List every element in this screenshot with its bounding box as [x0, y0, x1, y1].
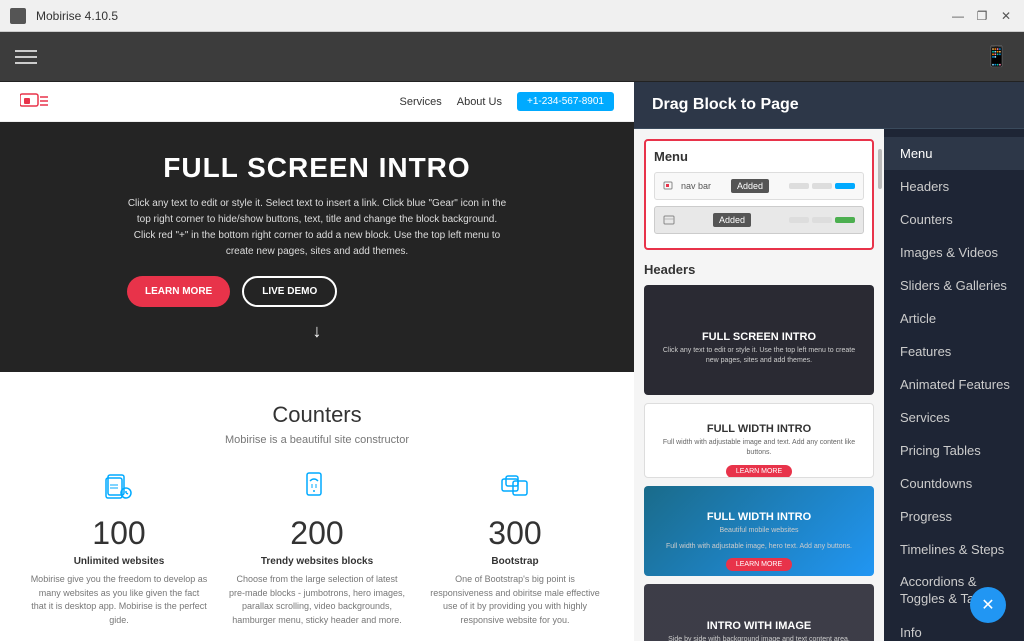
- cat-nav-info[interactable]: Info: [884, 616, 1024, 641]
- menu-block-item-1[interactable]: nav bar Added: [654, 172, 864, 200]
- blocks-area: Menu nav bar Added: [634, 129, 884, 641]
- cat-nav-menu[interactable]: Menu: [884, 137, 1024, 170]
- app-title: Mobirise 4.10.5: [36, 9, 118, 23]
- cat-nav-features[interactable]: Features: [884, 335, 1024, 368]
- hero-live-demo-btn[interactable]: LIVE DEMO: [242, 276, 337, 307]
- counter-icon-1: [30, 471, 208, 507]
- cat-nav-article[interactable]: Article: [884, 302, 1024, 335]
- hero-buttons: LEARN MORE LIVE DEMO: [127, 276, 507, 307]
- hero-text: Click any text to edit or style it. Sele…: [127, 196, 507, 260]
- phone-preview-icon[interactable]: 📱: [984, 44, 1009, 69]
- nav-phone-btn[interactable]: +1-234-567-8901: [517, 92, 614, 111]
- cat-nav-countdowns[interactable]: Countdowns: [884, 467, 1024, 500]
- counter-item-1: 100 Unlimited websites Mobirise give you…: [20, 471, 218, 627]
- counter-item-2: 200 Trendy websites blocks Choose from t…: [218, 471, 416, 627]
- drag-panel-body: Menu nav bar Added: [634, 129, 1024, 641]
- hamburger-menu[interactable]: [15, 50, 37, 64]
- hero-learn-more-btn[interactable]: LEARN MORE: [127, 276, 230, 307]
- header-block-blue[interactable]: FULL WIDTH INTRO Beautiful mobile websit…: [644, 486, 874, 576]
- cat-nav-counters[interactable]: Counters: [884, 203, 1024, 236]
- hb-btn-blue[interactable]: LEARN MORE: [726, 558, 792, 571]
- added-badge-1: Added: [731, 179, 769, 193]
- counter-desc-2: Choose from the large selection of lates…: [228, 573, 406, 627]
- hb-text-blue: Full width with adjustable image, hero t…: [651, 539, 867, 555]
- counters-title: Counters: [20, 402, 614, 428]
- category-nav: Menu Headers Counters Images & Videos Sl…: [884, 129, 1024, 641]
- hb-title-blue: FULL WIDTH INTRO: [707, 491, 811, 523]
- minimize-button[interactable]: —: [950, 8, 966, 24]
- counter-label-3: Bootstrap: [426, 556, 604, 567]
- cat-nav-headers[interactable]: Headers: [884, 170, 1024, 203]
- hb-title-fullscreen: FULL SCREEN INTRO: [702, 311, 816, 343]
- drag-panel: Drag Block to Page Menu: [634, 82, 1024, 641]
- counter-label-1: Unlimited websites: [30, 556, 208, 567]
- counter-icon-2: [228, 471, 406, 507]
- counter-item-3: 300 Bootstrap One of Bootstrap's big poi…: [416, 471, 614, 627]
- preview-area: Services About Us +1-234-567-8901 FULL S…: [0, 82, 634, 641]
- menu-section: Menu nav bar Added: [644, 139, 874, 250]
- hb-subtitle-blue: Beautiful mobile websites: [705, 523, 814, 539]
- hb-text-image: Side by side with background image and t…: [653, 632, 865, 641]
- hero-arrow-icon: ↓: [127, 321, 507, 342]
- hero-title: FULL SCREEN INTRO: [127, 152, 507, 184]
- headers-section-label: Headers: [644, 262, 874, 277]
- menu-block: Menu nav bar Added: [644, 139, 874, 250]
- cat-nav-services[interactable]: Services: [884, 401, 1024, 434]
- app-container: 📱 Services About Us +1-234-567-8901: [0, 32, 1024, 641]
- headers-section: Headers FULL SCREEN INTRO Click any text…: [644, 262, 874, 641]
- window-controls: — ❐ ✕: [950, 8, 1014, 24]
- preview-hero: FULL SCREEN INTRO Click any text to edit…: [0, 122, 634, 372]
- added-badge-2: Added: [713, 213, 751, 227]
- header-block-image[interactable]: INTRO WITH IMAGE Side by side with backg…: [644, 584, 874, 641]
- counter-desc-3: One of Bootstrap's big point is responsi…: [426, 573, 604, 627]
- header-block-white[interactable]: FULL WIDTH INTRO Full width with adjusta…: [644, 403, 874, 478]
- hb-btn-white[interactable]: LEARN MORE: [726, 465, 792, 478]
- hb-text-fullscreen: Click any text to edit or style it. Use …: [644, 343, 874, 369]
- counters-grid: 100 Unlimited websites Mobirise give you…: [20, 471, 614, 627]
- block-dots-1: [789, 183, 855, 189]
- cat-nav-progress[interactable]: Progress: [884, 500, 1024, 533]
- counters-subtitle: Mobirise is a beautiful site constructor: [20, 434, 614, 446]
- cat-nav-images[interactable]: Images & Videos: [884, 236, 1024, 269]
- cat-nav-sliders[interactable]: Sliders & Galleries: [884, 269, 1024, 302]
- menu-item-icon-1: [663, 180, 675, 192]
- app-icon: [10, 8, 26, 24]
- menu-block-item-2[interactable]: Added: [654, 206, 864, 234]
- counters-section: Counters Mobirise is a beautiful site co…: [0, 372, 634, 641]
- close-panel-button[interactable]: ✕: [970, 587, 1006, 623]
- counter-number-1: 100: [30, 515, 208, 552]
- hb-title-white: FULL WIDTH INTRO: [707, 403, 811, 435]
- cat-nav-timelines[interactable]: Timelines & Steps: [884, 533, 1024, 566]
- title-bar: Mobirise 4.10.5 — ❐ ✕: [0, 0, 1024, 32]
- counter-number-2: 200: [228, 515, 406, 552]
- main-content: Services About Us +1-234-567-8901 FULL S…: [0, 82, 1024, 641]
- maximize-button[interactable]: ❐: [974, 8, 990, 24]
- menu-section-label: Menu: [654, 149, 864, 164]
- block-dots-2: [789, 217, 855, 223]
- hb-text-white: Full width with adjustable image and tex…: [645, 435, 873, 461]
- hb-title-image: INTRO WITH IMAGE: [707, 600, 812, 632]
- drag-panel-header: Drag Block to Page: [634, 82, 1024, 129]
- counter-icon-3: [426, 471, 604, 507]
- preview-logo: [20, 92, 50, 112]
- drag-panel-title: Drag Block to Page: [652, 96, 799, 113]
- hero-content: FULL SCREEN INTRO Click any text to edit…: [127, 152, 507, 342]
- nav-services: Services: [400, 96, 442, 108]
- preview-nav-links: Services About Us +1-234-567-8901: [400, 92, 614, 111]
- app-toolbar: 📱: [0, 32, 1024, 82]
- menu-item-icon-2: [663, 214, 675, 226]
- counter-desc-1: Mobirise give you the freedom to develop…: [30, 573, 208, 627]
- nav-about: About Us: [457, 96, 502, 108]
- cat-nav-pricing[interactable]: Pricing Tables: [884, 434, 1024, 467]
- cat-nav-animated[interactable]: Animated Features: [884, 368, 1024, 401]
- close-window-button[interactable]: ✕: [998, 8, 1014, 24]
- counter-label-2: Trendy websites blocks: [228, 556, 406, 567]
- preview-nav: Services About Us +1-234-567-8901: [0, 82, 634, 122]
- counter-number-3: 300: [426, 515, 604, 552]
- header-block-fullscreen[interactable]: FULL SCREEN INTRO Click any text to edit…: [644, 285, 874, 395]
